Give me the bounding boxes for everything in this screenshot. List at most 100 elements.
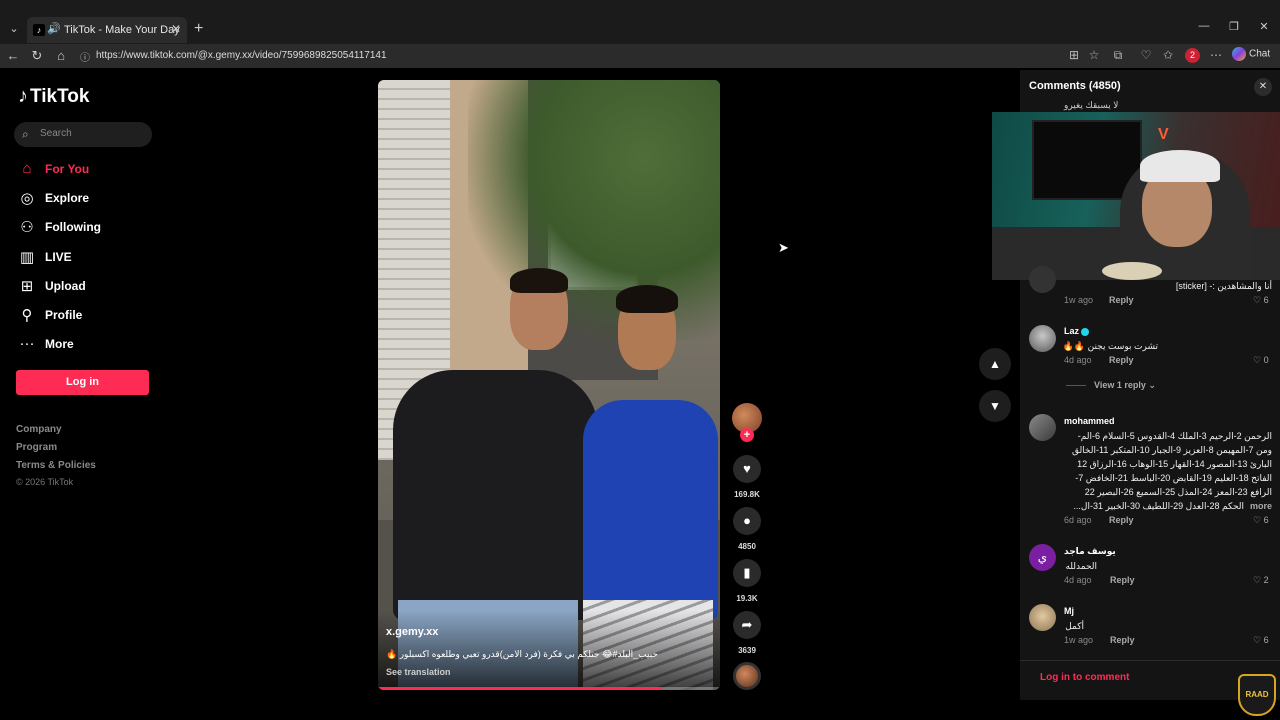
comment-button[interactable]: ● [733,507,761,535]
search-icon: ⌕ [22,127,29,141]
copilot-chat-button[interactable]: Chat [1232,47,1270,65]
comment-avatar[interactable] [1029,325,1056,352]
comment-time: 6d ago [1064,515,1092,525]
copilot-icon [1232,47,1246,61]
comment-avatar[interactable] [1029,414,1056,441]
comment-text: أكمل [1065,621,1084,631]
mouse-cursor-icon: ➤ [778,240,789,255]
save-button[interactable]: ▮ [733,559,761,587]
tab-title: TikTok - Make Your Day [64,24,180,36]
heart-icon: ♥ [743,461,751,476]
next-video-button[interactable]: ▼ [979,390,1011,422]
save-count: 19.3K [736,594,758,603]
heart-outline-icon: ♡ [1253,295,1264,305]
heart-outline-icon: ♡ [1253,635,1264,645]
live-tv-icon: ▥ [19,249,35,266]
comment-username[interactable]: Laz [1064,326,1090,336]
search-input[interactable]: ⌕ Search [14,122,152,147]
comment-like-button[interactable]: ♡ 6 [1253,635,1269,646]
apps-icon[interactable]: ⊞ [1066,48,1082,62]
truncated-comment-text: لا يسبقك يغيرو [1064,100,1119,110]
comment-text-line: البارئ 13-المصور 14-القهار 15-الوهاب 16-… [1077,459,1272,469]
previous-video-button[interactable]: ▲ [979,348,1011,380]
browser-tab-bar: ⌄ ♪ 🔊 TikTok - Make Your Day ✕ + — ❐ ✕ [0,0,1280,44]
footer-link-company[interactable]: Company [16,424,62,435]
tiktok-note-icon: ♪ [18,85,28,107]
comment-avatar[interactable]: ي [1029,544,1056,571]
music-disc-icon[interactable] [733,662,761,690]
like-button[interactable]: ♥ [733,455,761,483]
refresh-icon[interactable]: ↻ [29,48,45,64]
see-translation-link[interactable]: See translation [386,667,451,677]
footer-link-terms[interactable]: Terms & Policies [16,460,96,471]
window-close-icon[interactable]: ✕ [1254,20,1274,33]
settings-more-icon[interactable]: ⋯ [1208,48,1224,62]
comment-like-button[interactable]: ♡ 6 [1253,515,1269,526]
comment-like-button[interactable]: ♡ 2 [1253,575,1269,586]
restore-icon[interactable]: ❐ [1224,20,1244,33]
comment-text: الحمدلله [1065,561,1097,571]
favorites-icon[interactable]: ✩ [1160,48,1176,62]
see-more-link[interactable]: more [1250,501,1272,511]
comment-text: تشرت بوست يجنن 🔥🔥 [1064,341,1158,351]
profile-avatar[interactable]: 2 [1185,48,1200,63]
comment-avatar[interactable] [1029,266,1056,293]
reply-button[interactable]: Reply [1109,355,1134,365]
favorite-star-icon[interactable]: ☆ [1086,48,1102,62]
video-author[interactable]: x.gemy.xx [386,626,438,638]
view-replies-button[interactable]: View 1 reply ⌄ [1066,380,1156,391]
home-browser-icon[interactable]: ⌂ [53,48,69,63]
heart-outline-icon: ♡ [1253,355,1264,365]
comment-like-button[interactable]: ♡ 6 [1253,295,1269,306]
video-progress-bar[interactable] [378,687,720,690]
comment-time: 1w ago [1064,635,1094,645]
audio-playing-icon[interactable]: 🔊 [47,22,61,35]
back-icon[interactable]: ← [5,48,21,63]
login-button[interactable]: Log in [16,370,149,395]
comment-time: 4d ago [1064,355,1092,365]
footer-link-program[interactable]: Program [16,442,57,453]
close-tab-icon[interactable]: ✕ [171,22,181,36]
video-person-left-hair [510,268,568,293]
url-text[interactable]: https://www.tiktok.com/@x.gemy.xx/video/… [96,50,387,61]
compass-icon: ◎ [20,190,34,207]
reply-button[interactable]: Reply [1110,575,1135,585]
comment-input-divider [1020,660,1280,661]
webcam-neon-sign: V [1158,126,1169,143]
comment-username[interactable]: Mj [1064,606,1074,616]
comment-avatar[interactable] [1029,604,1056,631]
tiktok-logo[interactable]: ♪ TikTok [18,85,89,108]
browser-tab[interactable]: ♪ 🔊 TikTok - Make Your Day ✕ [27,17,187,43]
login-to-comment-link[interactable]: Log in to comment [1040,672,1129,683]
comment-like-button[interactable]: ♡ 0 [1253,355,1269,366]
reply-button[interactable]: Reply [1109,295,1134,305]
video-progress-fill [378,687,662,690]
site-info-icon[interactable]: ⓘ [80,49,90,64]
video-player[interactable]: x.gemy.xx حبيب_البلد#😂 جتلكم بي فكرة (فر… [378,80,720,690]
close-comments-icon[interactable]: ✕ [1254,78,1272,96]
comment-username[interactable]: يوسف ماجد [1064,546,1116,557]
extensions-icon[interactable]: ⧉ [1110,48,1126,63]
home-icon: ⌂ [22,160,32,177]
browser-essentials-icon[interactable]: ♡ [1138,48,1154,62]
url-field[interactable]: ⓘ https://www.tiktok.com/@x.gemy.xx/vide… [76,46,1076,66]
minimize-icon[interactable]: — [1194,20,1214,32]
reply-button[interactable]: Reply [1110,635,1135,645]
user-plus-icon: ⚇ [20,219,34,236]
search-placeholder: Search [40,128,72,139]
comments-title: Comments (4850) [1029,80,1121,92]
comment-text-line: الحكم 28-العدل 29-اللطيف 30-الخبير 31-ال… [1073,501,1244,511]
tab-actions-menu-icon[interactable]: ⌄ [6,20,22,38]
share-count: 3639 [738,646,756,655]
new-tab-icon[interactable]: + [194,20,203,38]
comment-username[interactable]: mohammed [1064,416,1115,426]
comment-text-line: الفاتح 18-العليم 19-القابض 20-الباسط 21-… [1075,473,1272,483]
comment-time: 4d ago [1064,575,1092,585]
reply-button[interactable]: Reply [1109,515,1134,525]
plus-square-icon: ⊞ [20,278,34,295]
follow-plus-icon[interactable]: + [740,428,754,442]
webcam-plate [1102,262,1162,280]
share-button[interactable]: ➦ [733,611,761,639]
webcam-person-cap [1140,150,1220,182]
video-person-right [583,400,718,620]
